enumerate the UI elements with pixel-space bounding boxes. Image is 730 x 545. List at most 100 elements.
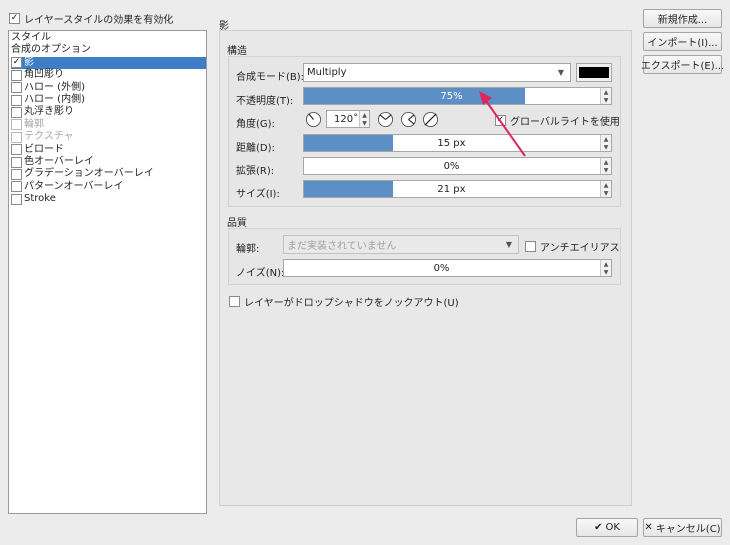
ok-label: OK — [605, 522, 620, 533]
distance-spin[interactable]: ▲ ▼ — [600, 135, 611, 151]
style-list-checkbox[interactable] — [11, 168, 22, 180]
style-list-label: Stroke — [24, 193, 56, 205]
antialias-label: アンチエイリアス — [540, 243, 620, 254]
style-list[interactable]: スタイル 合成のオプション ✓ 影角凹彫り ハロー (外側) ハロー (内側) 丸浮き彫り輪… — [8, 30, 207, 514]
style-list-label: 角凹彫り — [24, 69, 64, 81]
style-list-item[interactable]: スタイル — [11, 32, 206, 44]
style-list-label: グラデーションオーバーレイ — [24, 168, 154, 180]
size-slider[interactable]: 21 px ▲ ▼ — [303, 180, 612, 198]
distance-value: 15 px — [437, 137, 466, 149]
distance-label: 距離(D): — [236, 143, 275, 154]
angle-input[interactable]: 120˚ ▲ ▼ — [326, 110, 370, 128]
check-icon: ✔ — [594, 522, 603, 533]
size-label: サイズ(I): — [236, 189, 280, 200]
style-list-item[interactable]: テクスチャ — [11, 131, 206, 143]
knockout-row[interactable]: レイヤーがドロップシャドウをノックアウト(U) — [229, 294, 459, 309]
blend-mode-value: Multiply — [307, 67, 347, 78]
angle-label: 角度(G): — [236, 119, 275, 130]
style-list-label: パターンオーバーレイ — [24, 180, 124, 192]
style-list-item[interactable]: グラデーションオーバーレイ — [11, 168, 206, 180]
style-list-checkbox[interactable] — [11, 106, 22, 118]
new-style-button[interactable]: 新規作成... — [643, 9, 722, 28]
enable-styles-row[interactable]: ✓ レイヤースタイルの効果を有効化 — [9, 11, 173, 26]
angle-value: 120˚ — [334, 113, 359, 125]
angle-dial-icon[interactable] — [305, 111, 322, 128]
opacity-slider[interactable]: 75% ▲ ▼ — [303, 87, 612, 105]
noise-value: 0% — [433, 262, 450, 274]
cancel-button[interactable]: ✕ キャンセル(C) — [643, 518, 722, 537]
spread-spin[interactable]: ▲ ▼ — [600, 158, 611, 174]
style-list-item[interactable]: ✓ 影 — [11, 56, 206, 69]
noise-slider[interactable]: 0% ▲ ▼ — [283, 259, 612, 277]
angle-preset-icon[interactable] — [422, 111, 439, 128]
noise-spin[interactable]: ▲ ▼ — [600, 260, 611, 276]
spread-label: 拡張(R): — [236, 166, 275, 177]
style-list-checkbox[interactable] — [11, 94, 22, 106]
style-list-item[interactable]: 色オーバーレイ — [11, 156, 206, 168]
distance-slider[interactable]: 15 px ▲ ▼ — [303, 134, 612, 152]
style-list-checkbox[interactable] — [11, 181, 22, 193]
angle-preset-icon[interactable] — [377, 111, 394, 128]
annotation-arrow-icon — [479, 91, 526, 157]
style-list-item[interactable]: ハロー (外側) — [11, 82, 206, 94]
chevron-down-icon: ▼ — [557, 68, 564, 77]
style-list-checkbox[interactable] — [11, 69, 22, 81]
shadow-color-button[interactable] — [576, 63, 612, 82]
style-list-checkbox[interactable] — [11, 119, 22, 131]
contour-value: まだ実装されていません — [287, 241, 397, 252]
style-list-label: 影 — [24, 56, 34, 68]
style-list-label: スタイル — [11, 32, 51, 43]
style-list-label: 合成のオプション — [11, 44, 91, 56]
style-list-label: 色オーバーレイ — [24, 156, 94, 167]
contour-select: まだ実装されていません ▼ — [283, 235, 519, 254]
ok-button[interactable]: ✔ OK — [576, 518, 638, 537]
spread-value: 0% — [443, 160, 460, 172]
contour-label: 輪郭: — [236, 244, 260, 255]
antialias-row[interactable]: アンチエイリアス — [525, 239, 620, 254]
style-list-label: 輪郭 — [24, 118, 44, 130]
style-list-label: テクスチャ — [24, 131, 74, 143]
style-list-item[interactable]: 輪郭 — [11, 119, 206, 131]
style-list-checkbox[interactable] — [11, 131, 22, 143]
export-button[interactable]: エクスポート(E)... — [641, 55, 724, 74]
style-list-item[interactable]: ビロード — [11, 144, 206, 156]
style-list-label: ハロー (外側) — [24, 81, 85, 93]
import-button[interactable]: インポート(I)... — [643, 32, 722, 51]
style-list-checkbox[interactable] — [11, 156, 22, 168]
spread-slider[interactable]: 0% ▲ ▼ — [303, 157, 612, 175]
style-list-checkbox[interactable] — [11, 82, 22, 94]
style-list-item[interactable]: 角凹彫り — [11, 69, 206, 81]
style-list-checkbox[interactable]: ✓ — [11, 57, 22, 69]
cancel-label: キャンセル(C) — [655, 524, 721, 535]
noise-label: ノイズ(N): — [236, 268, 285, 279]
style-list-item[interactable]: 合成のオプション — [11, 44, 206, 56]
enable-styles-label: レイヤースタイルの効果を有効化 — [24, 15, 174, 26]
style-list-label: 丸浮き彫り — [24, 106, 74, 118]
opacity-value: 75% — [440, 90, 463, 102]
style-list-item[interactable]: パターンオーバーレイ — [11, 181, 206, 193]
structure-group-title: 構造 — [227, 46, 247, 57]
knockout-checkbox[interactable] — [229, 296, 240, 307]
angle-spin[interactable]: ▲ ▼ — [359, 111, 369, 127]
style-list-label: ハロー (内側) — [24, 94, 85, 105]
style-list-item[interactable]: Stroke — [11, 193, 206, 205]
style-list-label: ビロード — [24, 143, 64, 155]
blend-mode-label: 合成モード(B): — [236, 72, 305, 83]
style-list-item[interactable]: 丸浮き彫り — [11, 106, 206, 118]
opacity-label: 不透明度(T): — [236, 96, 294, 107]
blend-mode-select[interactable]: Multiply ▼ — [303, 63, 571, 82]
chevron-down-icon: ▼ — [505, 240, 512, 249]
angle-preset-icon[interactable] — [400, 111, 417, 128]
knockout-label: レイヤーがドロップシャドウをノックアウト(U) — [244, 298, 459, 309]
style-list-item[interactable]: ハロー (内側) — [11, 94, 206, 106]
size-spin[interactable]: ▲ ▼ — [600, 181, 611, 197]
enable-styles-checkbox[interactable]: ✓ — [9, 13, 20, 24]
antialias-checkbox[interactable] — [525, 241, 536, 252]
style-list-checkbox[interactable] — [11, 144, 22, 156]
size-value: 21 px — [437, 183, 466, 195]
close-icon: ✕ — [644, 522, 653, 533]
style-list-checkbox[interactable] — [11, 193, 22, 205]
opacity-spin[interactable]: ▲ ▼ — [600, 88, 611, 104]
color-swatch — [579, 67, 609, 78]
quality-group-title: 品質 — [227, 218, 247, 229]
